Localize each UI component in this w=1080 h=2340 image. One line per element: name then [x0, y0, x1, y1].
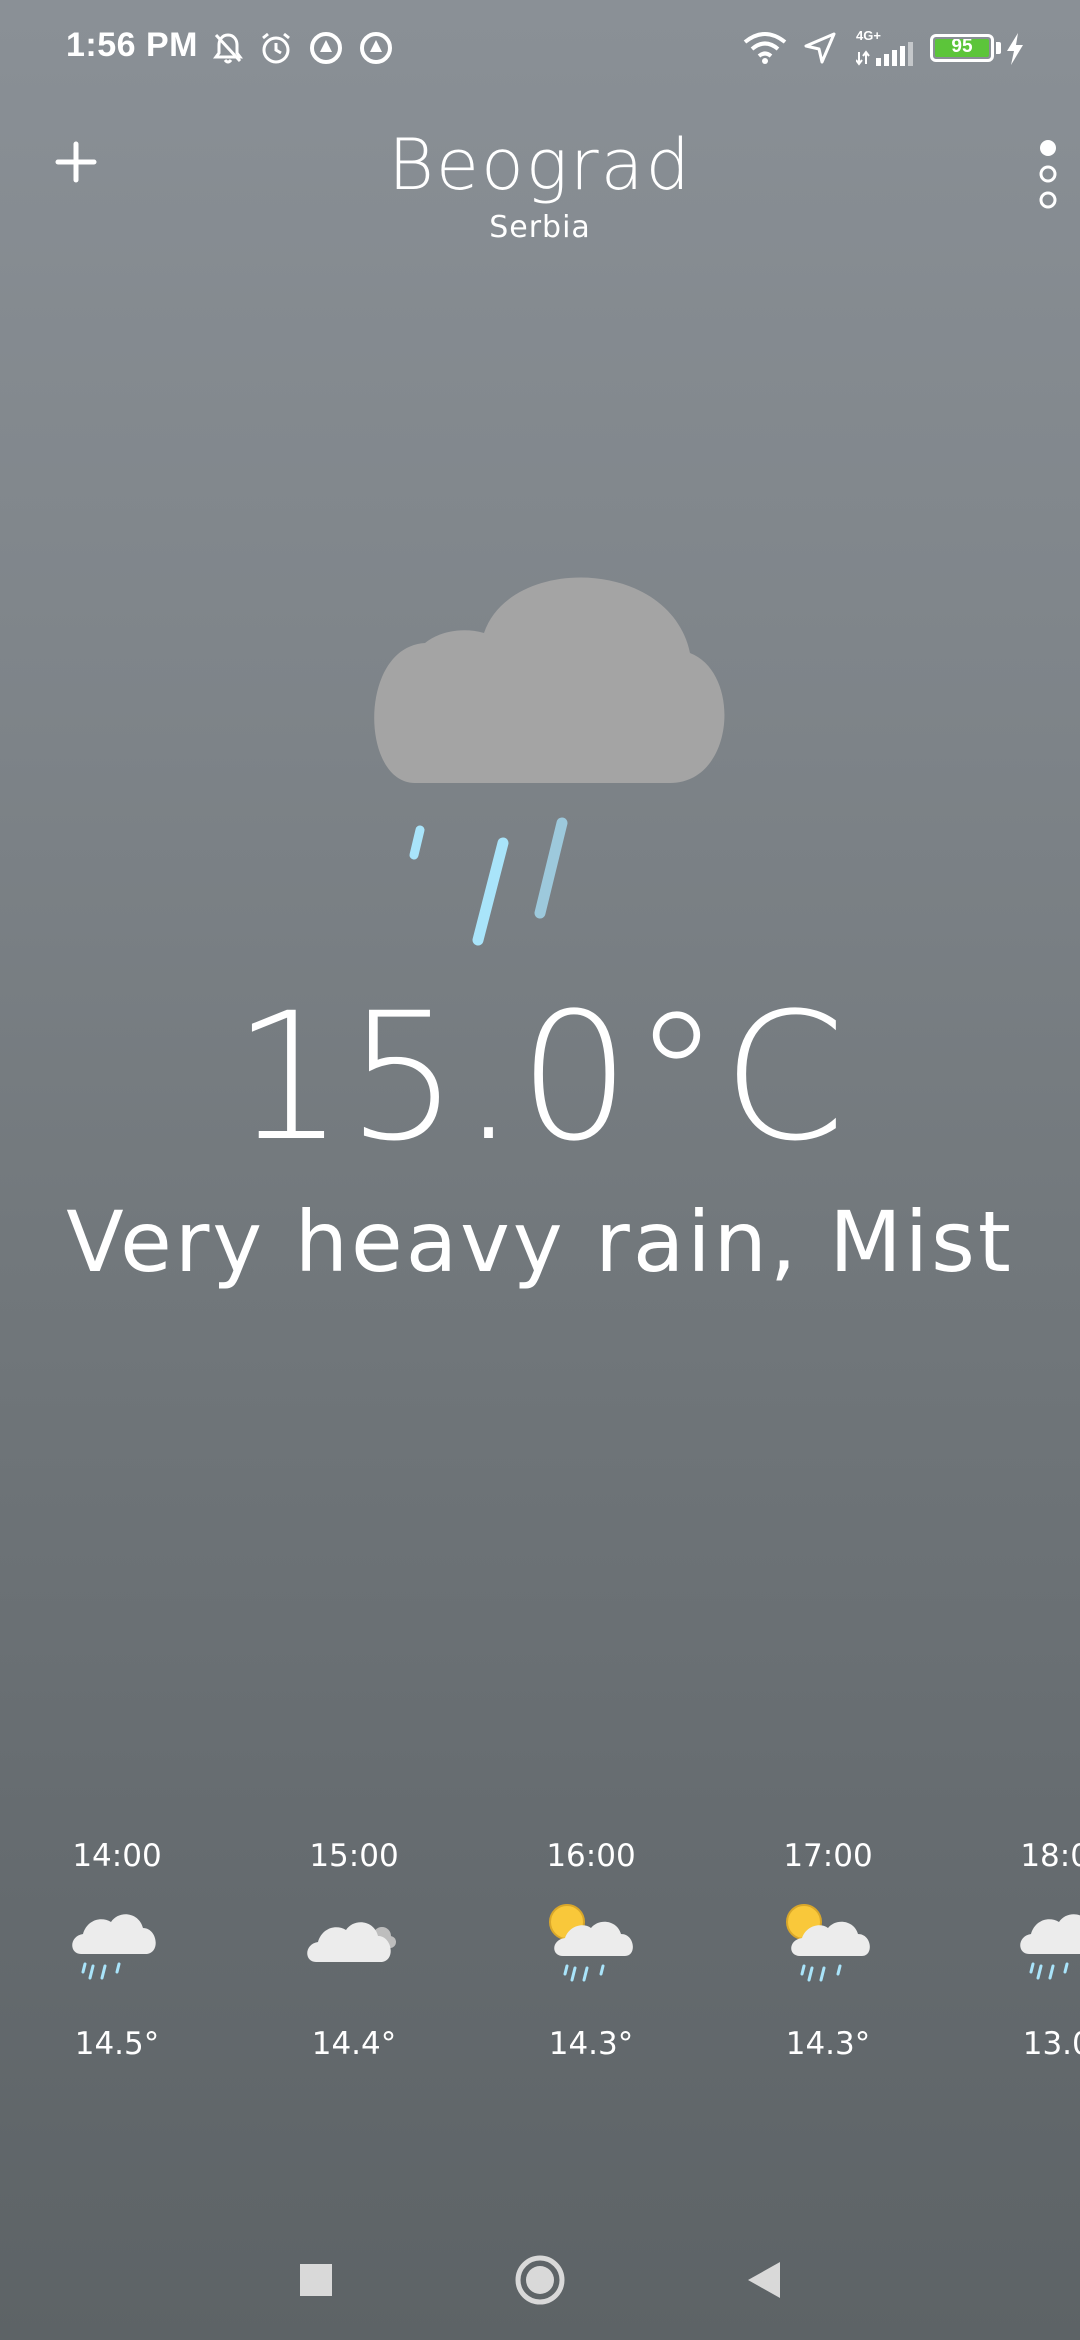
alarm-icon: [262, 32, 290, 64]
heavy-rain-icon: [374, 577, 725, 946]
signal-icon: [856, 42, 913, 66]
header: Beograd Serbia: [0, 110, 1080, 260]
country-name: Serbia: [489, 210, 591, 245]
charging-icon: [1007, 33, 1023, 65]
hourly-temp: 14.5°: [74, 2026, 160, 2062]
hourly-temp: 14.3°: [548, 2026, 634, 2062]
sun-cloud-rain-icon: [786, 1904, 870, 1982]
notification-icon: [310, 32, 342, 64]
battery-nub: [996, 42, 1001, 54]
navigation-bar: [0, 2220, 1080, 2340]
hourly-time: 16:00: [546, 1838, 636, 1874]
home-button[interactable]: [510, 2250, 570, 2310]
raindrops: [409, 817, 568, 946]
more-vertical-icon: [1039, 140, 1057, 209]
hourly-item[interactable]: 16:00 14.3°: [506, 1830, 676, 2080]
hourly-item[interactable]: 18:00 13.0°: [980, 1830, 1080, 2080]
hourly-temp: 14.4°: [311, 2026, 397, 2062]
hourly-temp: 13.0°: [1022, 2026, 1080, 2062]
triangle-back-icon: [748, 2262, 780, 2298]
hourly-time: 14:00: [72, 1838, 162, 1874]
notification-icon: [360, 32, 392, 64]
cloud-icon: [307, 1922, 396, 1962]
circle-icon: [515, 2255, 565, 2305]
status-bar: 1:56 PM 4G+ 95: [0, 0, 1080, 100]
cloud-rain-icon: [72, 1914, 156, 1980]
network-type: 4G+: [856, 28, 881, 43]
cloud-rain-icon: [1020, 1914, 1080, 1980]
recents-button[interactable]: [286, 2250, 346, 2310]
hourly-time: 18:00: [1020, 1838, 1080, 1874]
battery-icon: 95: [930, 34, 994, 62]
hourly-temp: 14.3°: [785, 2026, 871, 2062]
more-options-button[interactable]: [1030, 128, 1066, 220]
sun-cloud-rain-icon: [549, 1904, 633, 1982]
wifi-icon: [743, 32, 787, 64]
hourly-time: 17:00: [783, 1838, 873, 1874]
mute-icon: [213, 33, 243, 64]
hourly-forecast[interactable]: 14:00 14.5° 15:00 14.4° 16:00 14.3° 17:0…: [0, 1830, 1080, 2080]
hourly-item[interactable]: 17:00 14.3°: [743, 1830, 913, 2080]
battery-fill: 95: [935, 39, 989, 57]
current-temperature: 15.0°C: [232, 975, 848, 1180]
cloud-icon: [374, 577, 725, 783]
square-icon: [300, 2264, 332, 2296]
back-button[interactable]: [734, 2250, 794, 2310]
current-condition: Very heavy rain, Mist: [66, 1193, 1014, 1291]
status-time: 1:56 PM: [66, 26, 198, 64]
hourly-item[interactable]: 14:00 14.5°: [32, 1830, 202, 2080]
battery-level: 95: [951, 39, 973, 57]
hourly-time: 15:00: [309, 1838, 399, 1874]
location-icon: [804, 32, 836, 64]
hourly-item[interactable]: 15:00 14.4°: [269, 1830, 439, 2080]
city-name: Beograd: [388, 124, 692, 206]
